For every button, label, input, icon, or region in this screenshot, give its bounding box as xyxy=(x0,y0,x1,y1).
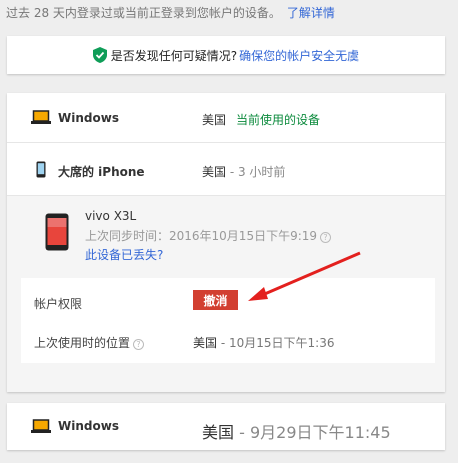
separator: - xyxy=(217,336,229,350)
last-sync-time: 上次同步时间：2016年10月15日下午9:19? xyxy=(85,227,332,244)
last-location-label: 上次使用时的位置? xyxy=(34,334,145,351)
suspicious-question: 是否发现任何可疑情况? xyxy=(110,48,238,63)
separator: - xyxy=(234,423,250,442)
separator: - xyxy=(226,165,238,179)
laptop-icon xyxy=(31,419,51,433)
device-name: Windows xyxy=(58,111,119,125)
device-location: 美国 - 3 小时前 xyxy=(202,163,285,180)
device-last-active: 3 小时前 xyxy=(237,165,286,179)
current-device-label: 当前使用的设备 xyxy=(236,113,321,127)
expanded-device-panel: vivo X3L 上次同步时间：2016年10月15日下午9:19? 此设备已丢… xyxy=(7,196,445,392)
account-permissions-label: 帐户权限 xyxy=(34,297,83,311)
expanded-device-name: vivo X3L xyxy=(85,209,137,223)
device-name: 大席的 iPhone xyxy=(58,165,145,179)
device-last-active: 9月29日下午11:45 xyxy=(249,423,391,442)
phone-icon xyxy=(36,161,46,178)
laptop-icon xyxy=(31,110,51,124)
device-location: 美国 - 9月29日下午11:45 xyxy=(202,419,391,443)
help-icon[interactable]: ? xyxy=(133,339,145,350)
devices-card: Windows 美国 当前使用的设备 大席的 iPhone 美国 - 3 小时前 … xyxy=(7,93,445,392)
secure-account-link[interactable]: 确保您的帐户安全无虞 xyxy=(239,47,359,64)
annotation-arrow-icon xyxy=(248,251,361,301)
android-phone-icon xyxy=(45,213,69,251)
intro-text: 过去 28 天内登录过或当前正登录到您帐户的设备。 了解详情 xyxy=(6,5,456,21)
device-location: 美国 当前使用的设备 xyxy=(202,111,320,128)
security-alert-card: 是否发现任何可疑情况? 确保您的帐户安全无虞 xyxy=(7,36,445,74)
last-location-label-text: 上次使用时的位置 xyxy=(34,336,131,350)
device-row-iphone[interactable]: 大席的 iPhone 美国 - 3 小时前 xyxy=(7,144,445,196)
last-location-time: 10月15日下午1:36 xyxy=(228,336,335,350)
device-row-windows[interactable]: Windows 美国 当前使用的设备 xyxy=(7,93,445,143)
last-location-country: 美国 xyxy=(193,336,218,350)
device-lost-link[interactable]: 此设备已丢失? xyxy=(85,246,163,263)
device-country: 美国 xyxy=(202,423,235,442)
help-icon[interactable]: ? xyxy=(320,232,332,243)
last-location-value: 美国 - 10月15日下午1:36 xyxy=(193,334,334,351)
learn-more-link[interactable]: 了解详情 xyxy=(287,6,335,20)
permissions-box: 帐户权限 撤消 上次使用时的位置? 美国 - 10月15日下午1:36 xyxy=(21,278,435,363)
shield-check-icon xyxy=(92,47,107,63)
device-country: 美国 xyxy=(202,165,227,179)
intro-description: 过去 28 天内登录过或当前正登录到您帐户的设备。 xyxy=(6,6,281,20)
device-country: 美国 xyxy=(202,113,227,127)
last-sync-text: 上次同步时间：2016年10月15日下午9:19 xyxy=(85,229,318,243)
device-row-windows-2[interactable]: Windows 美国 - 9月29日下午11:45 xyxy=(7,403,445,450)
device-name: Windows xyxy=(58,419,119,433)
revoke-button[interactable]: 撤消 xyxy=(193,290,238,310)
